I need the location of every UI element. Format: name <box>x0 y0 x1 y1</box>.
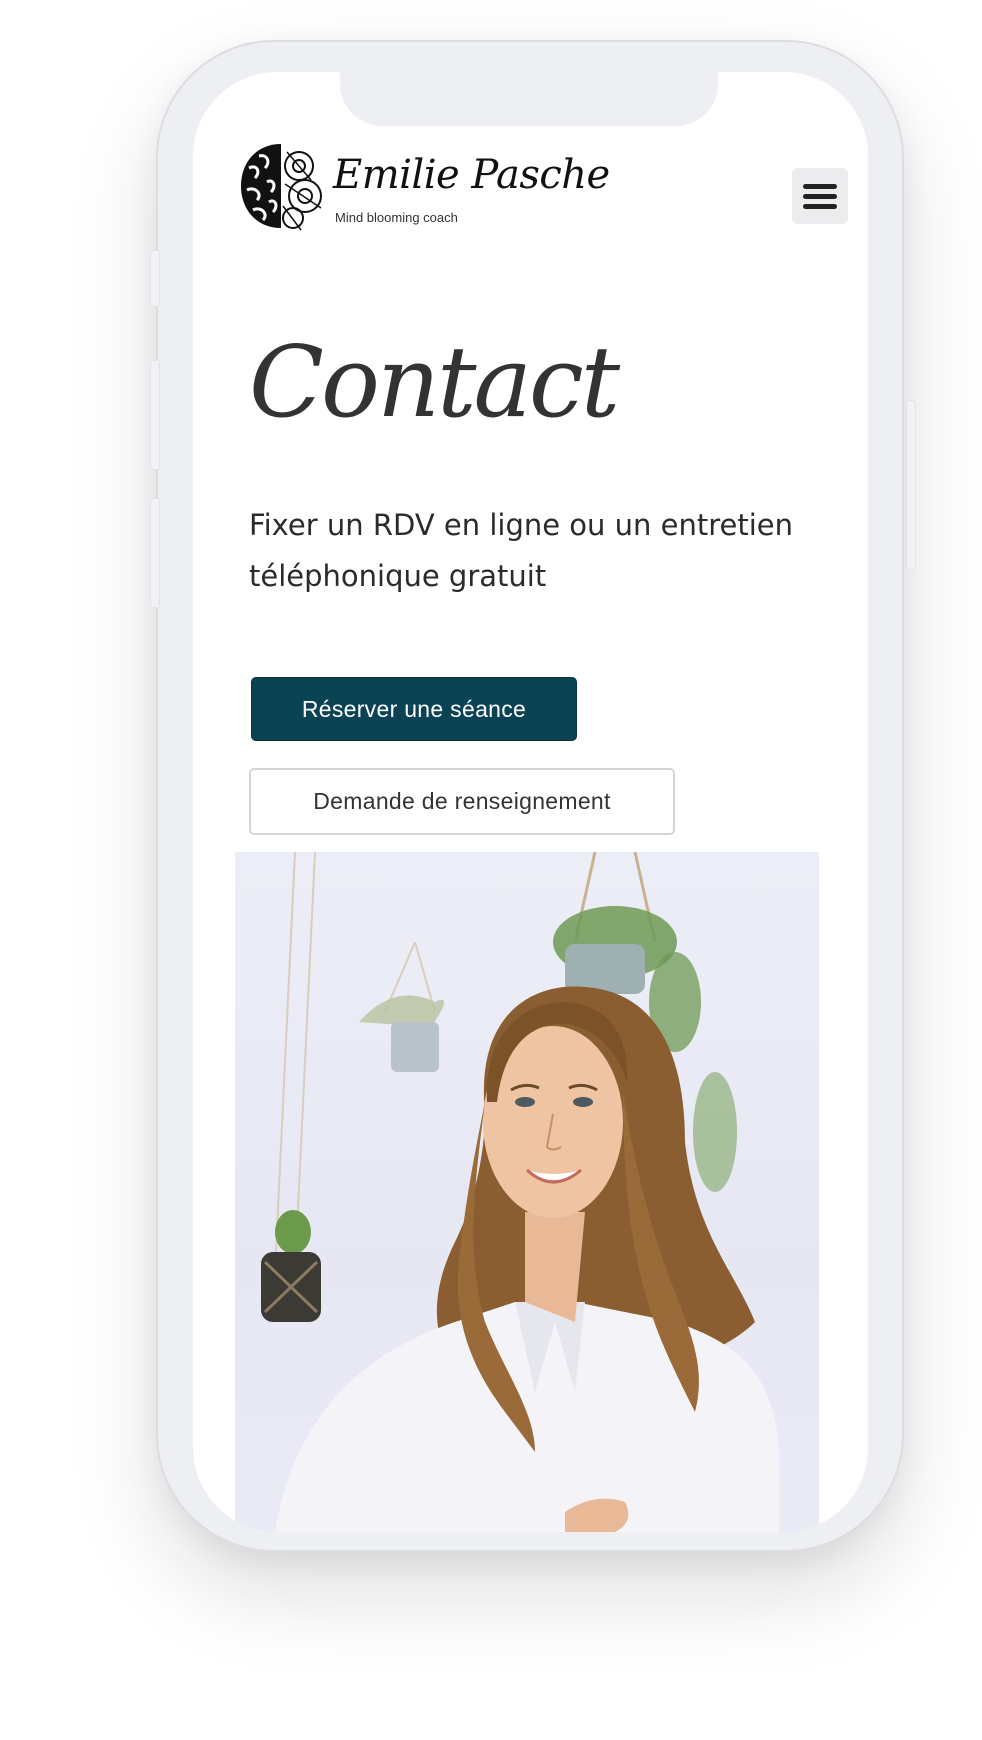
hamburger-menu-icon <box>803 193 837 199</box>
coach-portrait-photo <box>235 852 819 1532</box>
hamburger-menu-icon <box>803 183 837 189</box>
phone-side-button <box>150 498 160 608</box>
phone-side-button <box>150 360 160 470</box>
portrait-illustration <box>261 852 779 1532</box>
book-session-button[interactable]: Réserver une séance <box>251 677 577 741</box>
menu-button[interactable] <box>792 168 848 224</box>
intro-text: Fixer un RDV en ligne ou un entretien té… <box>249 508 793 593</box>
brand-tagline: Mind blooming coach <box>335 210 458 225</box>
phone-notch <box>340 72 718 126</box>
phone-screen: Emilie Pasche Mind blooming coach Contac… <box>193 72 868 1532</box>
phone-side-button <box>150 250 160 307</box>
information-request-button[interactable]: Demande de renseignement <box>249 768 675 835</box>
hamburger-menu-icon <box>803 203 837 209</box>
site-logo[interactable]: Emilie Pasche Mind blooming coach <box>237 138 610 238</box>
brand-name: Emilie Pasche <box>333 152 610 198</box>
phone-side-button <box>906 400 916 570</box>
brain-flower-logo-icon <box>241 144 322 231</box>
page-title: Contact <box>249 326 620 440</box>
